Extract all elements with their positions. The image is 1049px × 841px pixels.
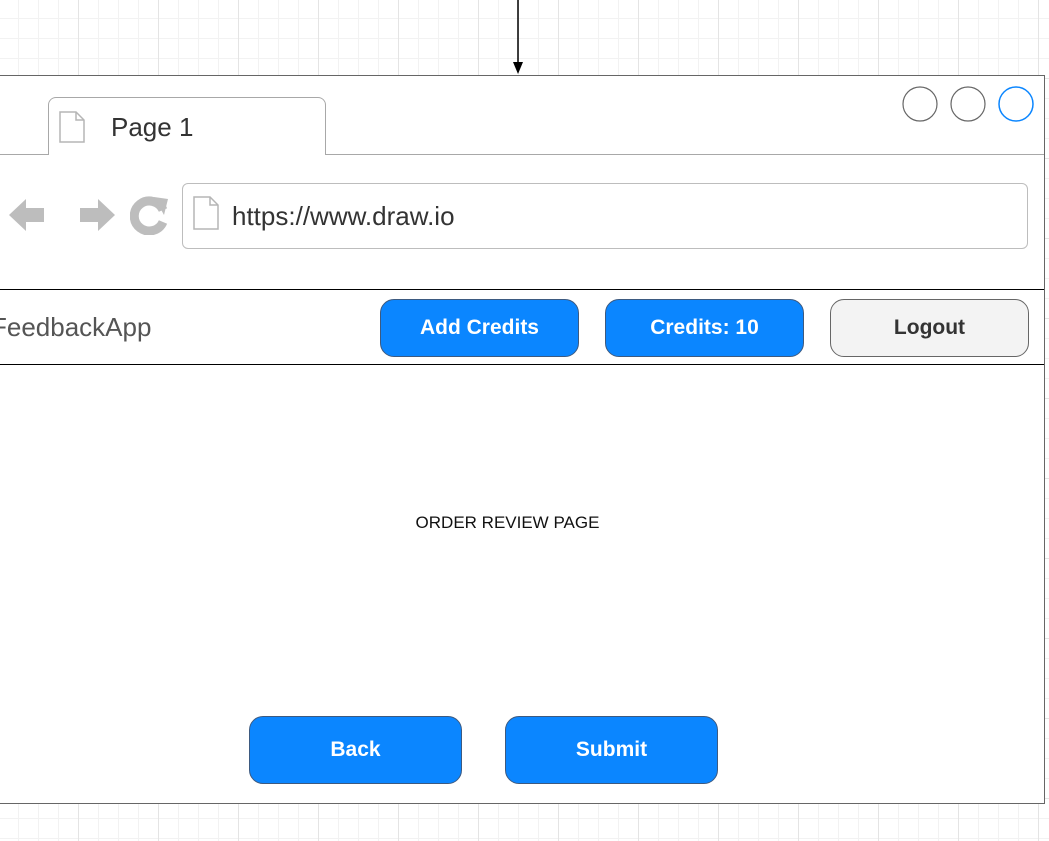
submit-button[interactable]: Submit [505, 716, 718, 784]
connector-arrow [513, 0, 523, 74]
tab-label: Page 1 [111, 112, 194, 142]
reload-icon[interactable] [130, 195, 168, 235]
address-bar[interactable]: https://www.draw.io [182, 183, 1028, 249]
app-title: FeedbackApp [0, 312, 152, 342]
page-icon [193, 196, 219, 230]
add-credits-button[interactable]: Add Credits [380, 299, 579, 357]
close-control[interactable] [998, 86, 1034, 122]
arrow-left-icon[interactable] [9, 197, 45, 233]
back-button[interactable]: Back [249, 716, 462, 784]
logout-button[interactable]: Logout [830, 299, 1029, 357]
maximize-control[interactable] [950, 86, 986, 122]
minimize-control[interactable] [902, 86, 938, 122]
arrow-right-icon[interactable] [79, 197, 115, 233]
app-header: FeedbackApp Add Credits Credits: 10 Logo… [0, 289, 1044, 365]
page-title: ORDER REVIEW PAGE [415, 513, 600, 532]
tab-page-1[interactable]: Page 1 [48, 97, 326, 155]
url-text: https://www.draw.io [232, 201, 455, 231]
page-icon [59, 111, 85, 143]
window-controls [902, 86, 1034, 122]
credits-button[interactable]: Credits: 10 [605, 299, 804, 357]
browser-window: Page 1 https://www.draw.io FeedbackApp A… [0, 75, 1045, 804]
